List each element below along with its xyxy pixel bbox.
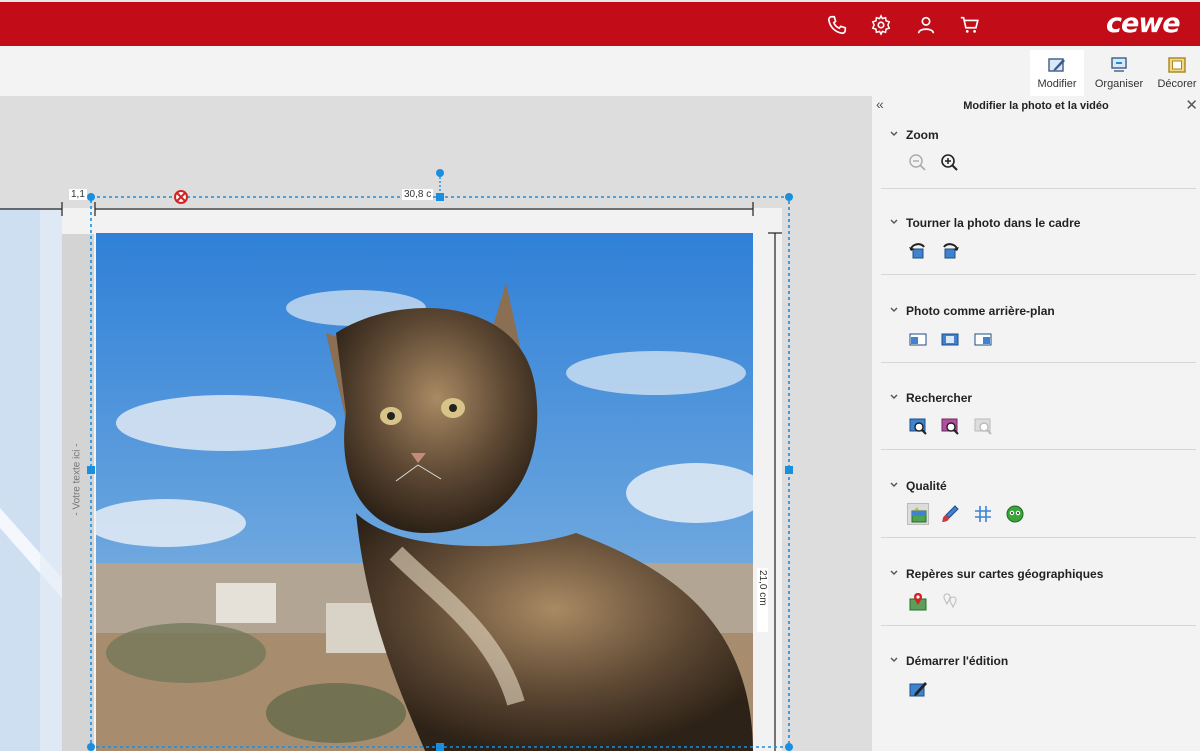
- search-similar-icon[interactable]: [939, 415, 961, 437]
- chevron-down-icon[interactable]: [889, 655, 899, 665]
- section-search: Rechercher: [881, 391, 1196, 451]
- background-right-icon[interactable]: [972, 328, 994, 350]
- tab-modifier-label: Modifier: [1037, 78, 1077, 90]
- rotate-right-icon[interactable]: [939, 240, 961, 262]
- user-icon[interactable]: [915, 14, 937, 36]
- chevron-down-icon[interactable]: [889, 129, 899, 139]
- ruler-height-label: 21,0 cm: [757, 568, 768, 632]
- section-quality: Qualité: [881, 479, 1196, 539]
- cart-icon[interactable]: [959, 14, 981, 36]
- map-pin-icon[interactable]: [907, 591, 929, 613]
- section-separator: [881, 362, 1196, 363]
- arrange-icon: [1111, 57, 1127, 72]
- section-separator: [881, 449, 1196, 450]
- tab-decorer[interactable]: Décorer: [1152, 50, 1200, 96]
- tab-organiser[interactable]: Organiser: [1090, 50, 1148, 96]
- main-toolbar: Modifier Organiser Décorer: [0, 46, 1200, 97]
- zoom-in-icon[interactable]: [939, 152, 961, 174]
- section-edit-start: Démarrer l'édition: [881, 654, 1196, 714]
- close-icon[interactable]: ✕: [1185, 96, 1198, 114]
- section-separator: [881, 537, 1196, 538]
- chevron-down-icon[interactable]: [889, 217, 899, 227]
- section-map: Repères sur cartes géographiques: [881, 567, 1196, 627]
- auto-enhance-icon[interactable]: [907, 503, 929, 525]
- chevron-down-icon[interactable]: [889, 305, 899, 315]
- edit-photo-icon: [1048, 58, 1065, 72]
- panel-title: Modifier la photo et la vidéo: [963, 100, 1109, 112]
- text-placeholder[interactable]: - Votre texte ici -: [72, 410, 83, 550]
- background-left-icon[interactable]: [907, 328, 929, 350]
- top-header: cewe: [0, 0, 1200, 46]
- chevron-down-icon[interactable]: [889, 392, 899, 402]
- edit-panel: « Modifier la photo et la vidéo ✕ Zoom T…: [872, 96, 1200, 751]
- section-separator: [881, 274, 1196, 275]
- section-rotate: Tourner la photo dans le cadre: [881, 216, 1196, 276]
- chevron-down-icon[interactable]: [889, 480, 899, 490]
- delete-handle[interactable]: [180, 191, 181, 192]
- map-pin-disabled-icon: [939, 591, 961, 613]
- section-quality-title: Qualité: [906, 479, 947, 493]
- section-separator: [881, 188, 1196, 189]
- section-zoom: Zoom: [881, 128, 1196, 189]
- tab-modifier[interactable]: Modifier: [1030, 50, 1084, 96]
- ruler-left-label: 1,1: [69, 189, 87, 200]
- section-edit-start-title: Démarrer l'édition: [906, 654, 1009, 668]
- cewe-logo[interactable]: cewe: [1106, 8, 1181, 39]
- section-background: Photo comme arrière-plan: [881, 304, 1196, 364]
- gear-icon[interactable]: [870, 14, 892, 36]
- search-photo-icon[interactable]: [907, 415, 929, 437]
- editor-canvas[interactable]: - Votre texte ici - 1,1 30,8 c 21,0 cm: [0, 96, 872, 751]
- background-center-icon[interactable]: [939, 328, 961, 350]
- tab-organiser-label: Organiser: [1094, 78, 1144, 90]
- phone-icon[interactable]: [826, 14, 848, 36]
- tab-decorer-label: Décorer: [1157, 78, 1197, 90]
- edit-start-icon[interactable]: [907, 678, 929, 700]
- section-rotate-title: Tourner la photo dans le cadre: [906, 216, 1081, 230]
- red-eye-icon[interactable]: [1004, 503, 1026, 525]
- cat-photo[interactable]: [96, 233, 753, 751]
- section-map-title: Repères sur cartes géographiques: [906, 567, 1104, 581]
- text-placeholder-strip[interactable]: - Votre texte ici -: [62, 234, 94, 751]
- frame-icon: [1168, 57, 1186, 73]
- grid-icon[interactable]: [972, 503, 994, 525]
- section-separator: [881, 625, 1196, 626]
- brush-icon[interactable]: [939, 503, 961, 525]
- section-background-title: Photo comme arrière-plan: [906, 304, 1055, 318]
- search-disabled-icon: [972, 415, 994, 437]
- previous-page-strip: [0, 208, 62, 751]
- zoom-out-icon[interactable]: [907, 152, 929, 174]
- chevron-down-icon[interactable]: [889, 568, 899, 578]
- section-search-title: Rechercher: [906, 391, 973, 405]
- section-zoom-title: Zoom: [906, 128, 939, 142]
- ruler-width-label: 30,8 c: [402, 189, 434, 200]
- rotate-left-icon[interactable]: [907, 240, 929, 262]
